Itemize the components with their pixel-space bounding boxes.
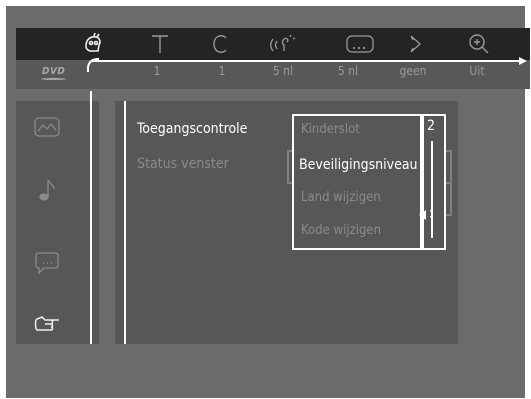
access-control-submenu: Kinderslot Beveiligingsniveau Land wijzi… (292, 114, 422, 250)
access-control-icon[interactable] (79, 30, 107, 58)
subtitle-icon[interactable] (343, 30, 377, 58)
title-icon[interactable] (146, 30, 174, 58)
audio-icon[interactable] (265, 30, 299, 58)
status-bracket-right-bottom (446, 182, 452, 216)
submenu-item-change-code[interactable]: Kode wijzigen (301, 223, 381, 238)
level-value-box[interactable] (422, 114, 446, 250)
level-value: 2 (427, 118, 436, 134)
zoom-icon[interactable] (465, 30, 493, 58)
audio-value: 5 nl (272, 64, 294, 78)
left-arrow-icon (419, 210, 426, 220)
music-note-icon[interactable] (30, 173, 64, 207)
cursor-line (91, 60, 524, 62)
chapter-value: 1 (218, 64, 226, 78)
angle-icon[interactable] (402, 30, 430, 58)
scroll-dots-icon: · · (429, 204, 433, 224)
subtitle-value: 5 nl (337, 64, 359, 78)
hand-pointer-icon[interactable] (30, 307, 64, 341)
menu-cursor-line (124, 101, 126, 344)
menu-item-access-control[interactable]: Toegangscontrole (137, 121, 247, 137)
speech-bubble-icon[interactable] (30, 246, 64, 280)
title-value: 1 (153, 64, 161, 78)
chapter-icon[interactable] (206, 30, 234, 58)
submenu-item-child-lock[interactable]: Kinderslot (301, 122, 360, 137)
sidebar-cursor-line (90, 91, 92, 344)
submenu-item-change-country[interactable]: Land wijzigen (301, 190, 381, 205)
status-bracket-right-top (446, 150, 452, 184)
menu-item-status-window[interactable]: Status venster (137, 156, 229, 172)
zoom-value: Uit (469, 64, 485, 78)
submenu-item-security-level[interactable]: Beveiligingsniveau (299, 157, 418, 173)
picture-icon[interactable] (30, 110, 64, 144)
dvd-logo: DVD (40, 66, 67, 80)
cursor-arrow (519, 57, 527, 65)
angle-value: geen (399, 64, 427, 78)
